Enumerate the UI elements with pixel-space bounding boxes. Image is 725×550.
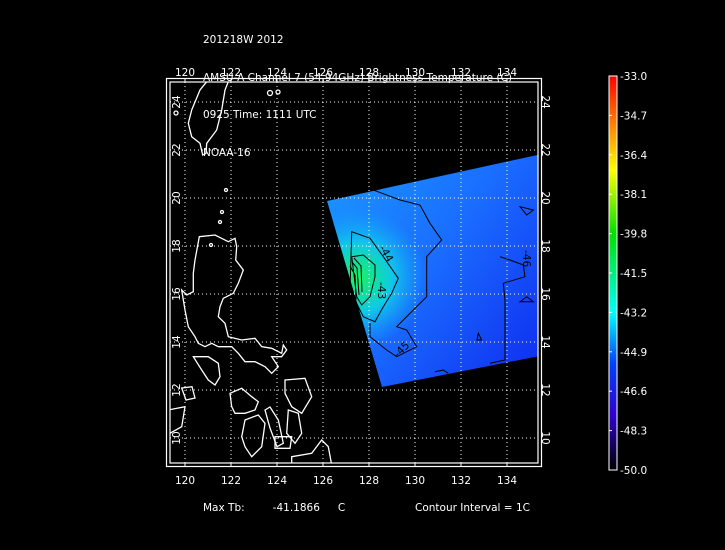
colorbar-label: -46.6: [620, 386, 647, 398]
max-tb-unit: C: [337, 502, 346, 514]
lat-label-left: 18: [171, 239, 183, 252]
coastline-samar: [284, 377, 313, 415]
lat-label-left: 24: [171, 95, 183, 109]
lon-label-top: 130: [405, 67, 425, 79]
contour-interval: Contour Interval = 1C: [415, 502, 530, 514]
colorbar-label: -41.5: [620, 268, 647, 280]
lat-label-right: 22: [539, 143, 551, 156]
max-tb-label: Max Tb:: [203, 502, 245, 514]
lat-label-left: 16: [171, 287, 183, 301]
lon-label-top: 120: [175, 67, 195, 79]
lon-label-bottom: 134: [497, 475, 517, 487]
colorbar-label: -43.2: [620, 307, 647, 319]
lat-label-right: 16: [539, 287, 551, 301]
coastline-luzon: [180, 234, 288, 375]
coastline-calamian: [180, 385, 196, 401]
lon-label-top: 134: [497, 67, 517, 79]
contour-label: -43: [375, 282, 387, 299]
lon-label-bottom: 132: [451, 475, 471, 487]
lat-label-left: 14: [171, 335, 183, 349]
lon-label-top: 122: [221, 67, 241, 79]
colorbar-label: -38.1: [620, 189, 647, 201]
colorbar-label: -33.0: [620, 71, 647, 83]
lon-label-bottom: 128: [359, 475, 379, 487]
colorbar-label: -36.4: [620, 150, 647, 162]
lat-label-left: 10: [171, 431, 183, 444]
coastline-mindoro: [192, 356, 221, 386]
coastline-taiwan: [187, 82, 229, 156]
contour-label: -46: [520, 250, 532, 267]
lon-label-bottom: 120: [175, 475, 195, 487]
lat-label-left: 12: [171, 383, 183, 396]
colorbar-label: -48.3: [620, 426, 647, 438]
lon-label-top: 124: [267, 67, 287, 79]
coastline-panay: [229, 387, 260, 414]
lon-label-top: 128: [359, 67, 379, 79]
lat-label-right: 12: [539, 383, 551, 396]
coastline-negros: [241, 414, 266, 458]
colorbar-label: -50.0: [620, 465, 647, 477]
brightness-temperature-map: -44 -43 -45 -46 120120122122124124126126…: [165, 67, 647, 487]
lon-label-bottom: 124: [267, 475, 287, 487]
lat-label-right: 10: [539, 431, 551, 444]
lat-label-right: 20: [539, 191, 551, 204]
colorbar-label: -39.8: [620, 229, 647, 241]
lat-label-left: 20: [171, 191, 183, 204]
coastlines: [170, 82, 332, 463]
lat-label-right: 24: [539, 95, 551, 109]
max-tb-value: -41.1866: [272, 502, 320, 514]
lon-label-bottom: 122: [221, 475, 241, 487]
lat-label-left: 22: [171, 143, 183, 156]
coastline-mindanao: [291, 439, 332, 463]
colorbar-label: -34.7: [620, 110, 647, 122]
lat-label-right: 14: [539, 335, 551, 349]
lat-label-right: 18: [539, 239, 551, 252]
lon-label-bottom: 130: [405, 475, 425, 487]
lon-label-top: 126: [313, 67, 333, 79]
colorbar: -33.0 -34.7 -36.4 -38.1 -39.8 -41.5 -43.2 -44.9…: [608, 71, 647, 477]
lon-label-top: 132: [451, 67, 471, 79]
coastline-cebu: [264, 406, 285, 448]
colorbar-label: -44.9: [620, 347, 647, 359]
max-tb-readout: Max Tb: -41.1866 C: [203, 502, 345, 514]
lon-label-bottom: 126: [313, 475, 333, 487]
